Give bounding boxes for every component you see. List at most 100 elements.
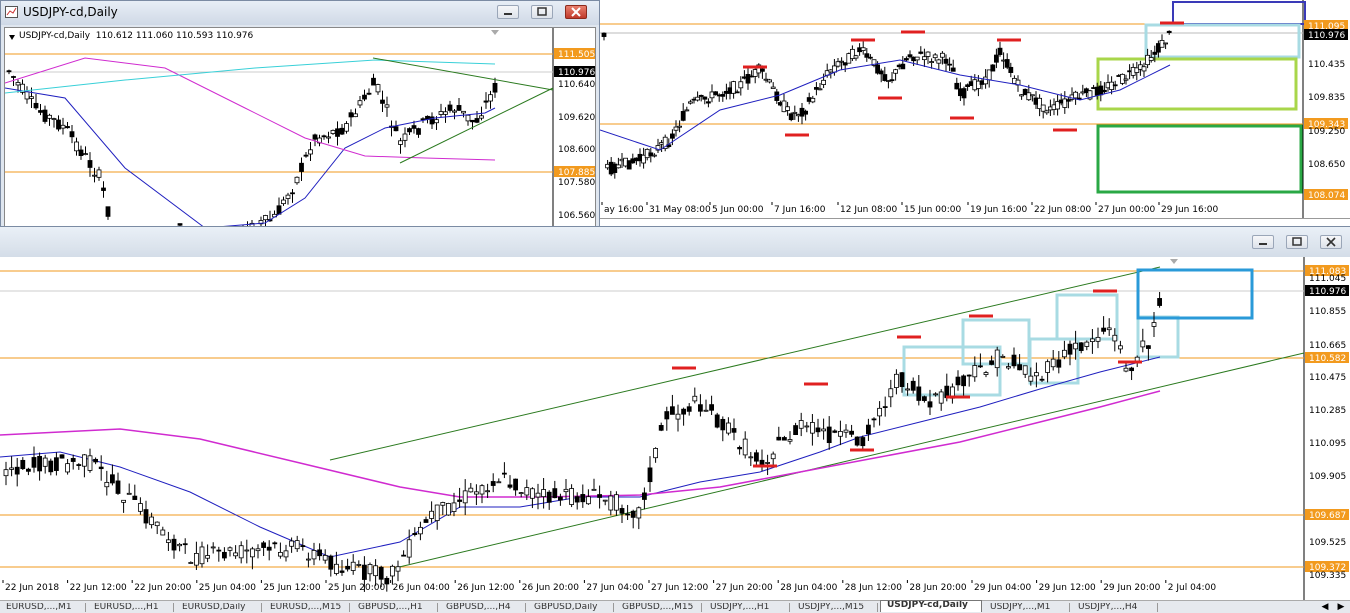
m15-candle — [249, 548, 255, 558]
m15-candle — [70, 458, 76, 462]
h4-candle — [1040, 104, 1046, 112]
daily-candle — [402, 133, 408, 141]
h4-price-label: 109.250 — [1308, 127, 1345, 137]
maximize-button[interactable] — [531, 5, 553, 19]
close-button[interactable] — [565, 5, 587, 19]
h4-time-label: 29 Jun 16:00 — [1161, 205, 1218, 215]
m15-candle — [283, 550, 289, 558]
chart-tab[interactable]: USDJPY,...,H1 — [704, 603, 790, 612]
h4-candle — [652, 154, 657, 157]
m15-candle — [1006, 366, 1011, 369]
daily-candle — [420, 118, 426, 121]
m15-candle — [602, 499, 608, 502]
m15-candle — [793, 425, 798, 436]
m15-candle — [524, 487, 530, 496]
tab-scroll-left[interactable]: ◀ — [1318, 602, 1332, 612]
chart-tab[interactable]: EURUSD,...,H1 — [88, 603, 174, 612]
tab-scroll-right[interactable]: ▶ — [1334, 602, 1348, 612]
chart-tab[interactable]: USDJPY,...,H4 — [1072, 603, 1158, 612]
chart-tab[interactable]: GBPUSD,...,H4 — [440, 603, 526, 612]
m15-candle — [115, 480, 121, 494]
dropdown-triangle-icon[interactable] — [9, 35, 15, 40]
chart-tab[interactable]: EURUSD,...,M15 — [264, 603, 350, 612]
m15-candle — [1129, 367, 1134, 372]
m15-time-label: 29 Jun 12:00 — [1039, 583, 1096, 593]
h4-price-label: 108.650 — [1308, 160, 1345, 170]
m15-candle — [1000, 355, 1006, 358]
m15-price-label: 110.976 — [1309, 287, 1346, 297]
m15-candle — [199, 546, 205, 565]
daily-candle — [6, 70, 12, 73]
h4-candle — [921, 56, 927, 61]
daily-candle — [470, 119, 475, 123]
h4-candle — [950, 67, 956, 72]
m15-candle — [838, 430, 843, 437]
m15-candle — [1146, 345, 1151, 349]
daily-candle — [483, 100, 489, 103]
h4-time-label: 31 May 08:00 — [649, 205, 711, 215]
m15-candle — [580, 494, 586, 503]
m15-candle — [361, 564, 367, 580]
m15-candle — [1062, 349, 1067, 358]
h4-candle — [907, 54, 913, 58]
m15-candle — [978, 365, 983, 368]
chart-top-right[interactable]: 111.095 110.976 110.435 109.835 109.343 109.2… — [600, 0, 1350, 219]
zone-box-lightblue — [1144, 23, 1301, 59]
m15-candle — [205, 555, 211, 559]
chart-tab[interactable]: GBPUSD,...,H1 — [352, 603, 438, 612]
h4-candle — [925, 51, 931, 57]
bottom-maximize-button[interactable] — [1286, 235, 1308, 249]
bottom-chart-area[interactable]: 111.083 111.045 110.976 110.855 110.665 110.5… — [0, 257, 1350, 601]
bottom-minimize-button[interactable] — [1252, 235, 1274, 249]
m15-candle — [1011, 354, 1017, 367]
bottom-chart-window[interactable]: 111.083 111.045 110.976 110.855 110.665 110.5… — [0, 226, 1350, 601]
m15-candle — [384, 577, 390, 585]
chart-tab[interactable]: USDJPY,...,M15 — [792, 603, 878, 612]
m15-candle — [171, 538, 177, 551]
m15-candle — [983, 372, 989, 375]
daily-candle — [348, 112, 354, 118]
m15-candle — [485, 490, 491, 493]
m15-candle — [54, 457, 59, 471]
daily-candle — [263, 215, 268, 221]
chart-tab[interactable]: GBPUSD,...,M15 — [616, 603, 702, 612]
window-title-bar[interactable]: USDJPY-cd,Daily — [1, 1, 599, 25]
h4-candle — [997, 47, 1003, 55]
h4-candle — [803, 110, 809, 115]
h4-candle — [1065, 99, 1071, 102]
minimize-button[interactable] — [497, 5, 519, 19]
m15-candle — [48, 460, 54, 473]
daily-candle — [42, 109, 48, 122]
m15-candle — [1056, 359, 1062, 368]
h4-price-label: 110.435 — [1308, 60, 1345, 70]
m15-candle — [804, 425, 810, 428]
daily-price-label: 106.560 — [558, 211, 595, 221]
chart-tab[interactable]: EURUSD,...,M1 — [0, 603, 86, 612]
bottom-close-button[interactable] — [1320, 235, 1342, 249]
m15-candle — [82, 454, 87, 467]
m15-price-label: 109.335 — [1309, 571, 1346, 581]
chart-tab[interactable]: USDJPY-cd,Daily — [880, 600, 982, 612]
h4-candle — [720, 94, 726, 97]
chart-tab[interactable]: USDJPY,...,M1 — [984, 603, 1070, 612]
m15-candle — [255, 548, 261, 552]
daily-candle — [105, 206, 111, 217]
h4-candle — [903, 58, 909, 61]
m15-candle — [910, 380, 916, 391]
daily-candle — [407, 128, 412, 133]
m15-candle — [541, 489, 546, 498]
daily-price-label: 110.976 — [558, 68, 595, 78]
m15-candle — [1084, 341, 1090, 347]
h4-candle — [706, 101, 711, 104]
h4-candle — [767, 79, 773, 83]
h4-candle — [695, 96, 700, 101]
m15-candle — [42, 457, 48, 467]
daily-candle — [83, 153, 88, 155]
chart-tab[interactable]: EURUSD,Daily — [176, 603, 262, 612]
m15-candle — [574, 496, 580, 503]
bottom-window-title-bar[interactable] — [0, 227, 1350, 257]
chart-tab[interactable]: GBPUSD,Daily — [528, 603, 614, 612]
m15-candle — [356, 564, 362, 566]
h4-time-label: ay 16:00 — [604, 205, 644, 215]
m15-candle — [20, 459, 26, 470]
